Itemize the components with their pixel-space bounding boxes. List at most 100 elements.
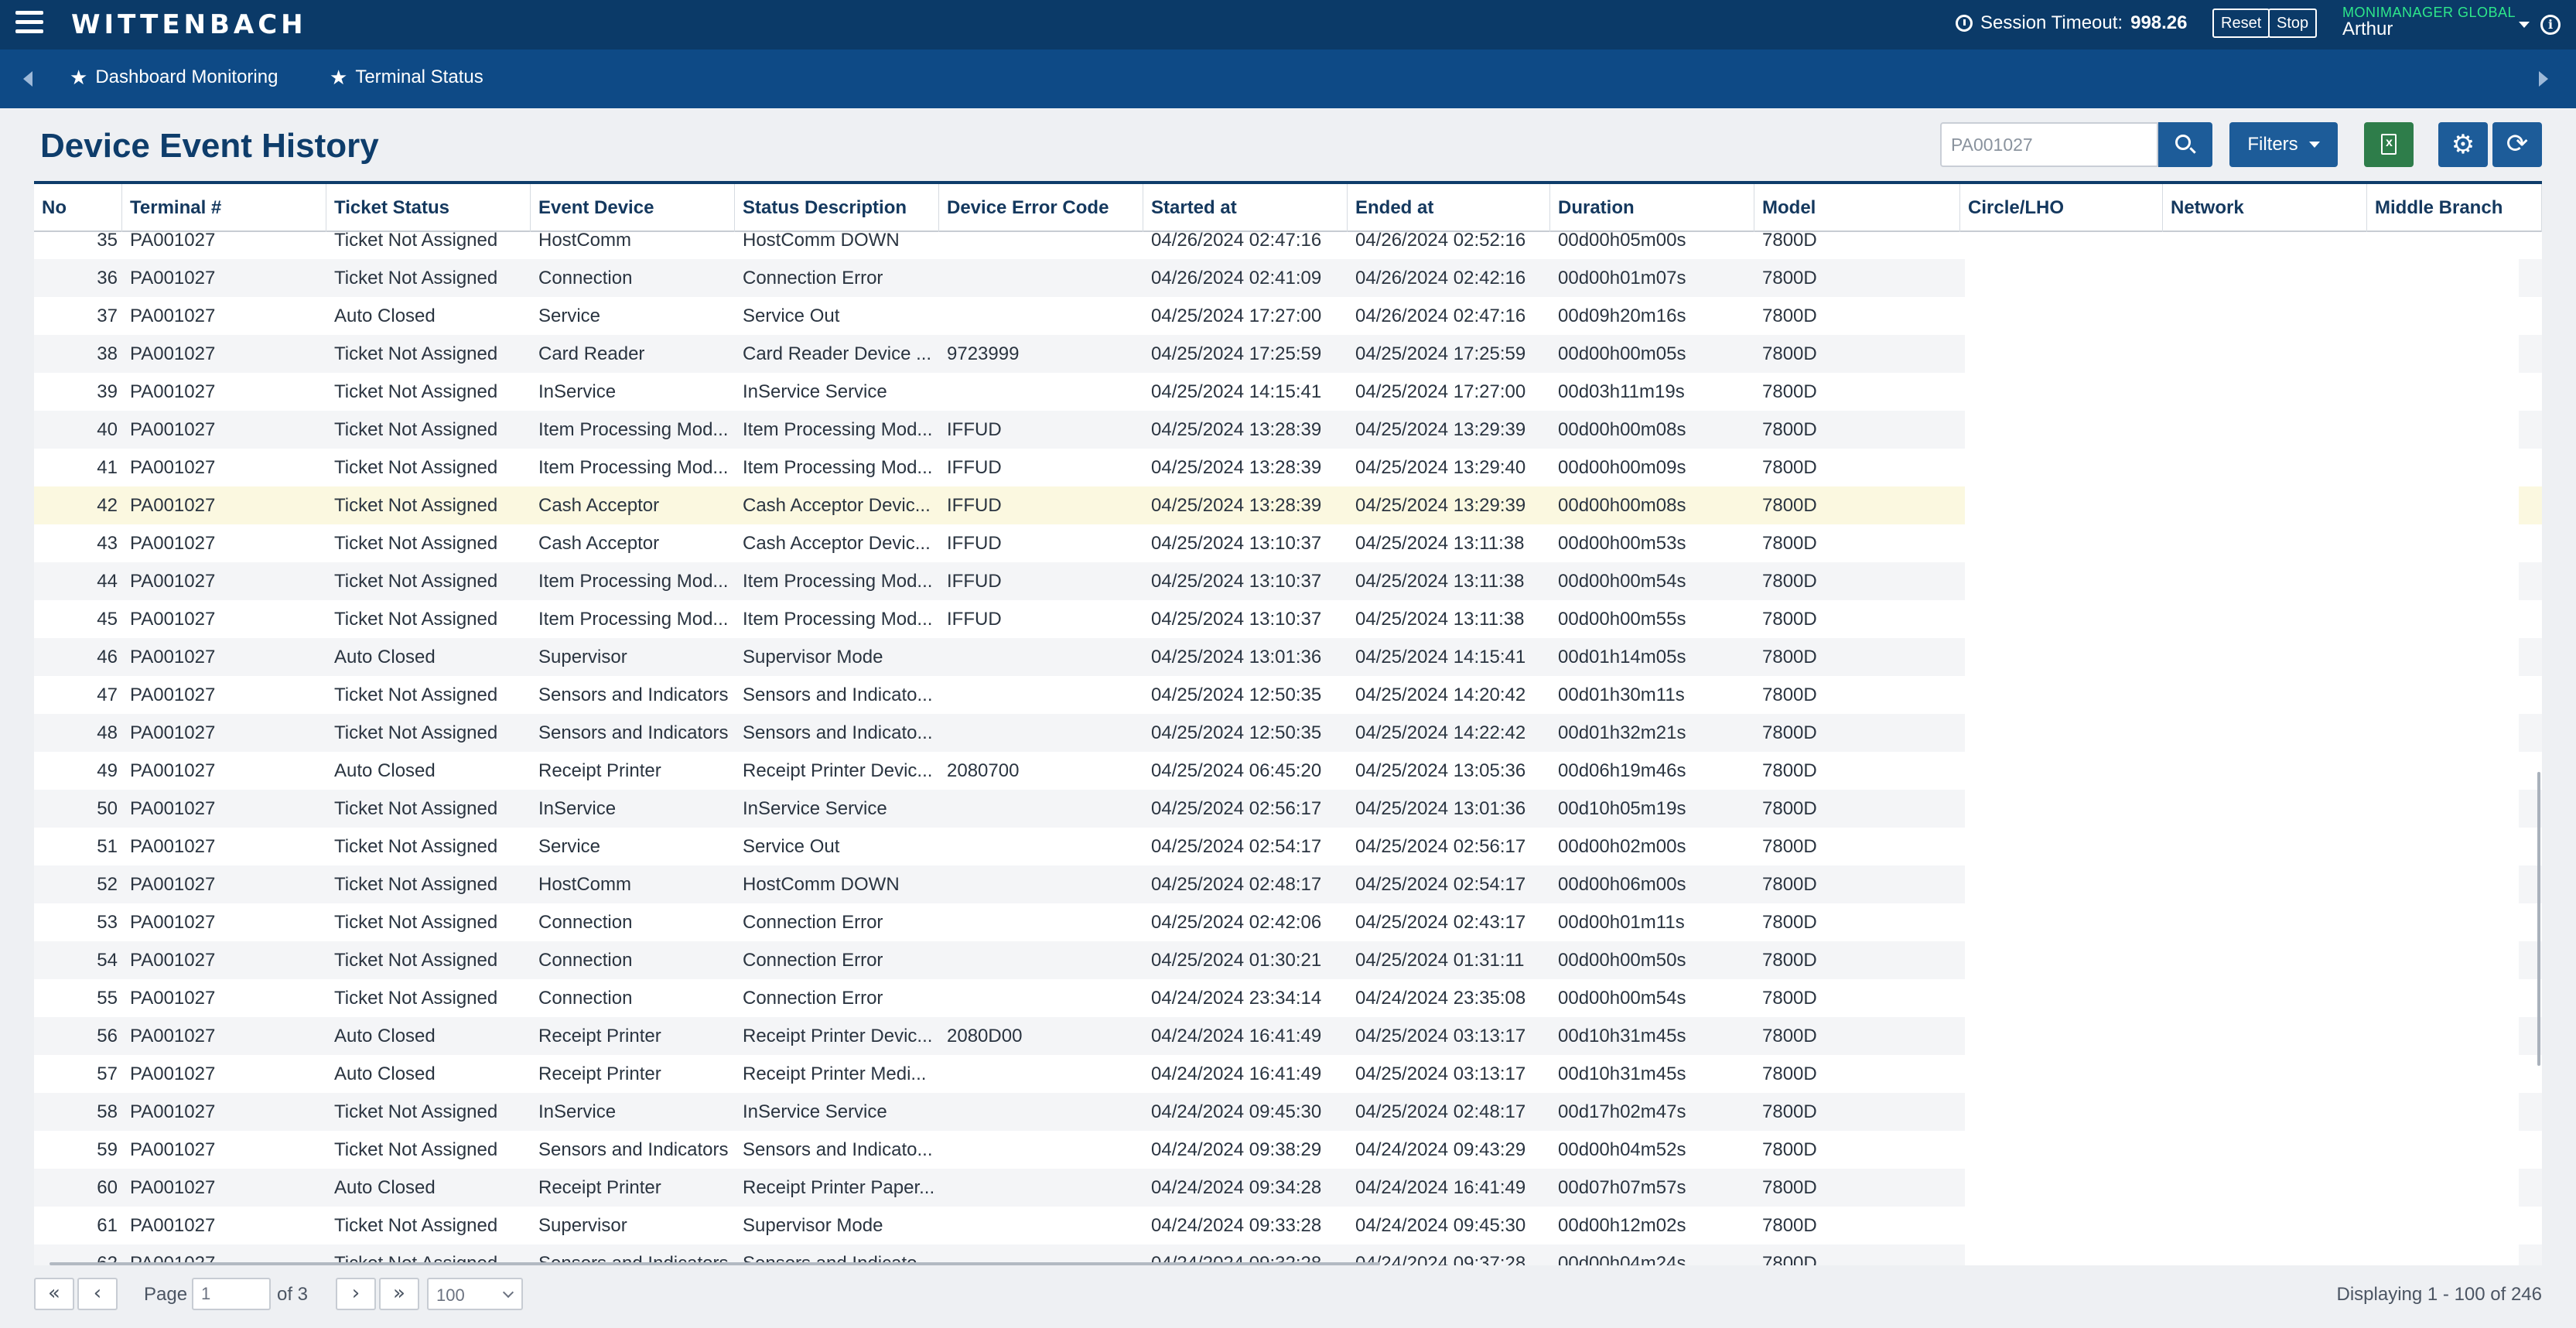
cell-ticket: Ticket Not Assigned: [334, 419, 498, 440]
table-row[interactable]: 59 PA001027 Ticket Not Assigned Sensors and…: [34, 1131, 2542, 1169]
column-header[interactable]: Status Description: [735, 184, 939, 232]
stop-button[interactable]: Stop: [2268, 9, 2318, 38]
export-excel-button[interactable]: [2364, 122, 2414, 167]
table-row[interactable]: 49 PA001027 Auto Closed Receipt Printer Rece…: [34, 752, 2542, 790]
cell-code: [939, 232, 1142, 259]
user-dropdown-icon[interactable]: [2519, 22, 2530, 28]
table-row[interactable]: 53 PA001027 Ticket Not Assigned Connection C…: [34, 903, 2542, 941]
cell-duration: 00d00h01m11s: [1558, 912, 1685, 933]
cell-ticket: Auto Closed: [334, 647, 436, 667]
cell-desc: InService Service: [743, 1101, 887, 1122]
table-row[interactable]: 55 PA001027 Ticket Not Assigned Connection C…: [34, 979, 2542, 1017]
cell-terminal: PA001027: [130, 684, 216, 705]
table-row[interactable]: 46 PA001027 Auto Closed Supervisor Superviso…: [34, 638, 2542, 676]
table-row[interactable]: 57 PA001027 Auto Closed Receipt Printer Rece…: [34, 1055, 2542, 1093]
first-page-button[interactable]: «: [34, 1278, 74, 1310]
table-row[interactable]: 35 PA001027 Ticket Not Assigned HostComm Hos…: [34, 232, 2542, 259]
prev-page-button[interactable]: ‹: [77, 1278, 118, 1310]
cell-terminal: PA001027: [130, 760, 216, 781]
column-header[interactable]: Device Error Code: [939, 184, 1143, 232]
cell-code: [939, 1093, 1142, 1131]
column-header[interactable]: Started at: [1143, 184, 1348, 232]
cell-started: 04/25/2024 17:25:59: [1151, 343, 1322, 364]
nav-scroll-left-icon[interactable]: [23, 71, 32, 87]
info-icon[interactable]: i: [2540, 15, 2561, 35]
table-row[interactable]: 61 PA001027 Ticket Not Assigned Supervisor S…: [34, 1207, 2542, 1244]
reset-button[interactable]: Reset: [2212, 9, 2270, 38]
cell-ended: 04/25/2024 02:48:17: [1355, 1101, 1526, 1122]
table-row[interactable]: 45 PA001027 Ticket Not Assigned Item Proces…: [34, 600, 2542, 638]
table-row[interactable]: 47 PA001027 Ticket Not Assigned Sensors and…: [34, 676, 2542, 714]
table-row[interactable]: 40 PA001027 Ticket Not Assigned Item Proces…: [34, 411, 2542, 449]
cell-duration: 00d00h00m09s: [1558, 457, 1686, 478]
column-header[interactable]: Middle Branch: [2367, 184, 2542, 232]
cell-device: InService: [538, 1101, 617, 1122]
table-row[interactable]: 43 PA001027 Ticket Not Assigned Cash Accept…: [34, 524, 2542, 562]
table-row[interactable]: 48 PA001027 Ticket Not Assigned Sensors and…: [34, 714, 2542, 752]
cell-terminal: PA001027: [130, 457, 216, 478]
table-row[interactable]: 44 PA001027 Ticket Not Assigned Item Proces…: [34, 562, 2542, 600]
table-row[interactable]: 38 PA001027 Ticket Not Assigned Card Reader…: [34, 335, 2542, 373]
cell-model: 7800D: [1762, 874, 1817, 895]
table-row[interactable]: 39 PA001027 Ticket Not Assigned InService In…: [34, 373, 2542, 411]
nav-bar: ★ Dashboard Monitoring ★ Terminal Status: [0, 50, 2576, 108]
page-number-input[interactable]: [192, 1278, 271, 1310]
column-header[interactable]: Event Device: [531, 184, 735, 232]
settings-button[interactable]: ⚙: [2438, 122, 2488, 167]
horizontal-scrollbar[interactable]: [50, 1262, 1380, 1265]
table-row[interactable]: 42 PA001027 Ticket Not Assigned Cash Accept…: [34, 486, 2542, 524]
nav-scroll-right-icon[interactable]: [2539, 71, 2548, 87]
cell-model: 7800D: [1762, 1101, 1817, 1122]
cell-ticket: Ticket Not Assigned: [334, 1215, 498, 1236]
table-row[interactable]: 51 PA001027 Ticket Not Assigned Service Serv…: [34, 828, 2542, 865]
table-row[interactable]: 50 PA001027 Ticket Not Assigned InService In…: [34, 790, 2542, 828]
vertical-scrollbar[interactable]: [2537, 772, 2540, 1066]
column-header[interactable]: Terminal #: [122, 184, 326, 232]
table-row[interactable]: 52 PA001027 Ticket Not Assigned HostComm Hos…: [34, 865, 2542, 903]
column-header[interactable]: Duration: [1550, 184, 1754, 232]
table-row[interactable]: 60 PA001027 Auto Closed Receipt Printer Rece…: [34, 1169, 2542, 1207]
tab-terminal-status[interactable]: ★ Terminal Status: [330, 67, 483, 88]
tab-dashboard-monitoring[interactable]: ★ Dashboard Monitoring: [70, 67, 278, 88]
page-size-select[interactable]: 100: [427, 1278, 523, 1310]
cell-ticket: Ticket Not Assigned: [334, 950, 498, 971]
cell-terminal: PA001027: [130, 1215, 216, 1236]
cell-started: 04/25/2024 12:50:35: [1151, 722, 1322, 743]
table-row[interactable]: 41 PA001027 Ticket Not Assigned Item Proces…: [34, 449, 2542, 486]
cell-terminal: PA001027: [130, 647, 216, 667]
cell-duration: 00d00h00m08s: [1558, 419, 1686, 440]
refresh-button[interactable]: ⟳: [2492, 122, 2542, 167]
next-page-button[interactable]: ›: [336, 1278, 376, 1310]
column-header[interactable]: Network: [2163, 184, 2367, 232]
cell-ended: 04/24/2024 09:45:30: [1355, 1215, 1526, 1236]
search-button[interactable]: [2158, 122, 2212, 167]
column-header[interactable]: Circle/LHO: [1960, 184, 2163, 232]
column-header[interactable]: Ended at: [1348, 184, 1550, 232]
cell-no: 50: [97, 798, 118, 819]
column-header[interactable]: No: [34, 184, 122, 232]
filters-button[interactable]: Filters: [2229, 122, 2338, 167]
table-row[interactable]: 36 PA001027 Ticket Not Assigned Connection C…: [34, 259, 2542, 297]
table-row[interactable]: 37 PA001027 Auto Closed Service Service Out 0…: [34, 297, 2542, 335]
table-row[interactable]: 58 PA001027 Ticket Not Assigned InService In…: [34, 1093, 2542, 1131]
cell-duration: 00d07h07m57s: [1558, 1177, 1686, 1198]
cell-device: HostComm: [538, 232, 632, 251]
last-page-button[interactable]: »: [379, 1278, 419, 1310]
cell-device: Connection: [538, 912, 633, 933]
column-header[interactable]: Ticket Status: [326, 184, 531, 232]
cell-started: 04/25/2024 17:27:00: [1151, 306, 1322, 326]
column-header[interactable]: Model: [1754, 184, 1960, 232]
cell-ended: 04/25/2024 13:29:40: [1355, 457, 1526, 478]
cell-code: [939, 297, 1142, 335]
cell-no: 59: [97, 1139, 118, 1160]
cell-terminal: PA001027: [130, 1101, 216, 1122]
terminal-search-input[interactable]: [1940, 122, 2158, 167]
cell-no: 58: [97, 1101, 118, 1122]
cell-model: 7800D: [1762, 760, 1817, 781]
menu-icon[interactable]: [15, 11, 43, 36]
cell-no: 46: [97, 647, 118, 667]
cell-model: 7800D: [1762, 1063, 1817, 1084]
table-row[interactable]: 56 PA001027 Auto Closed Receipt Printer Rece…: [34, 1017, 2542, 1055]
user-name[interactable]: Arthur: [2342, 19, 2393, 40]
table-row[interactable]: 54 PA001027 Ticket Not Assigned Connection C…: [34, 941, 2542, 979]
